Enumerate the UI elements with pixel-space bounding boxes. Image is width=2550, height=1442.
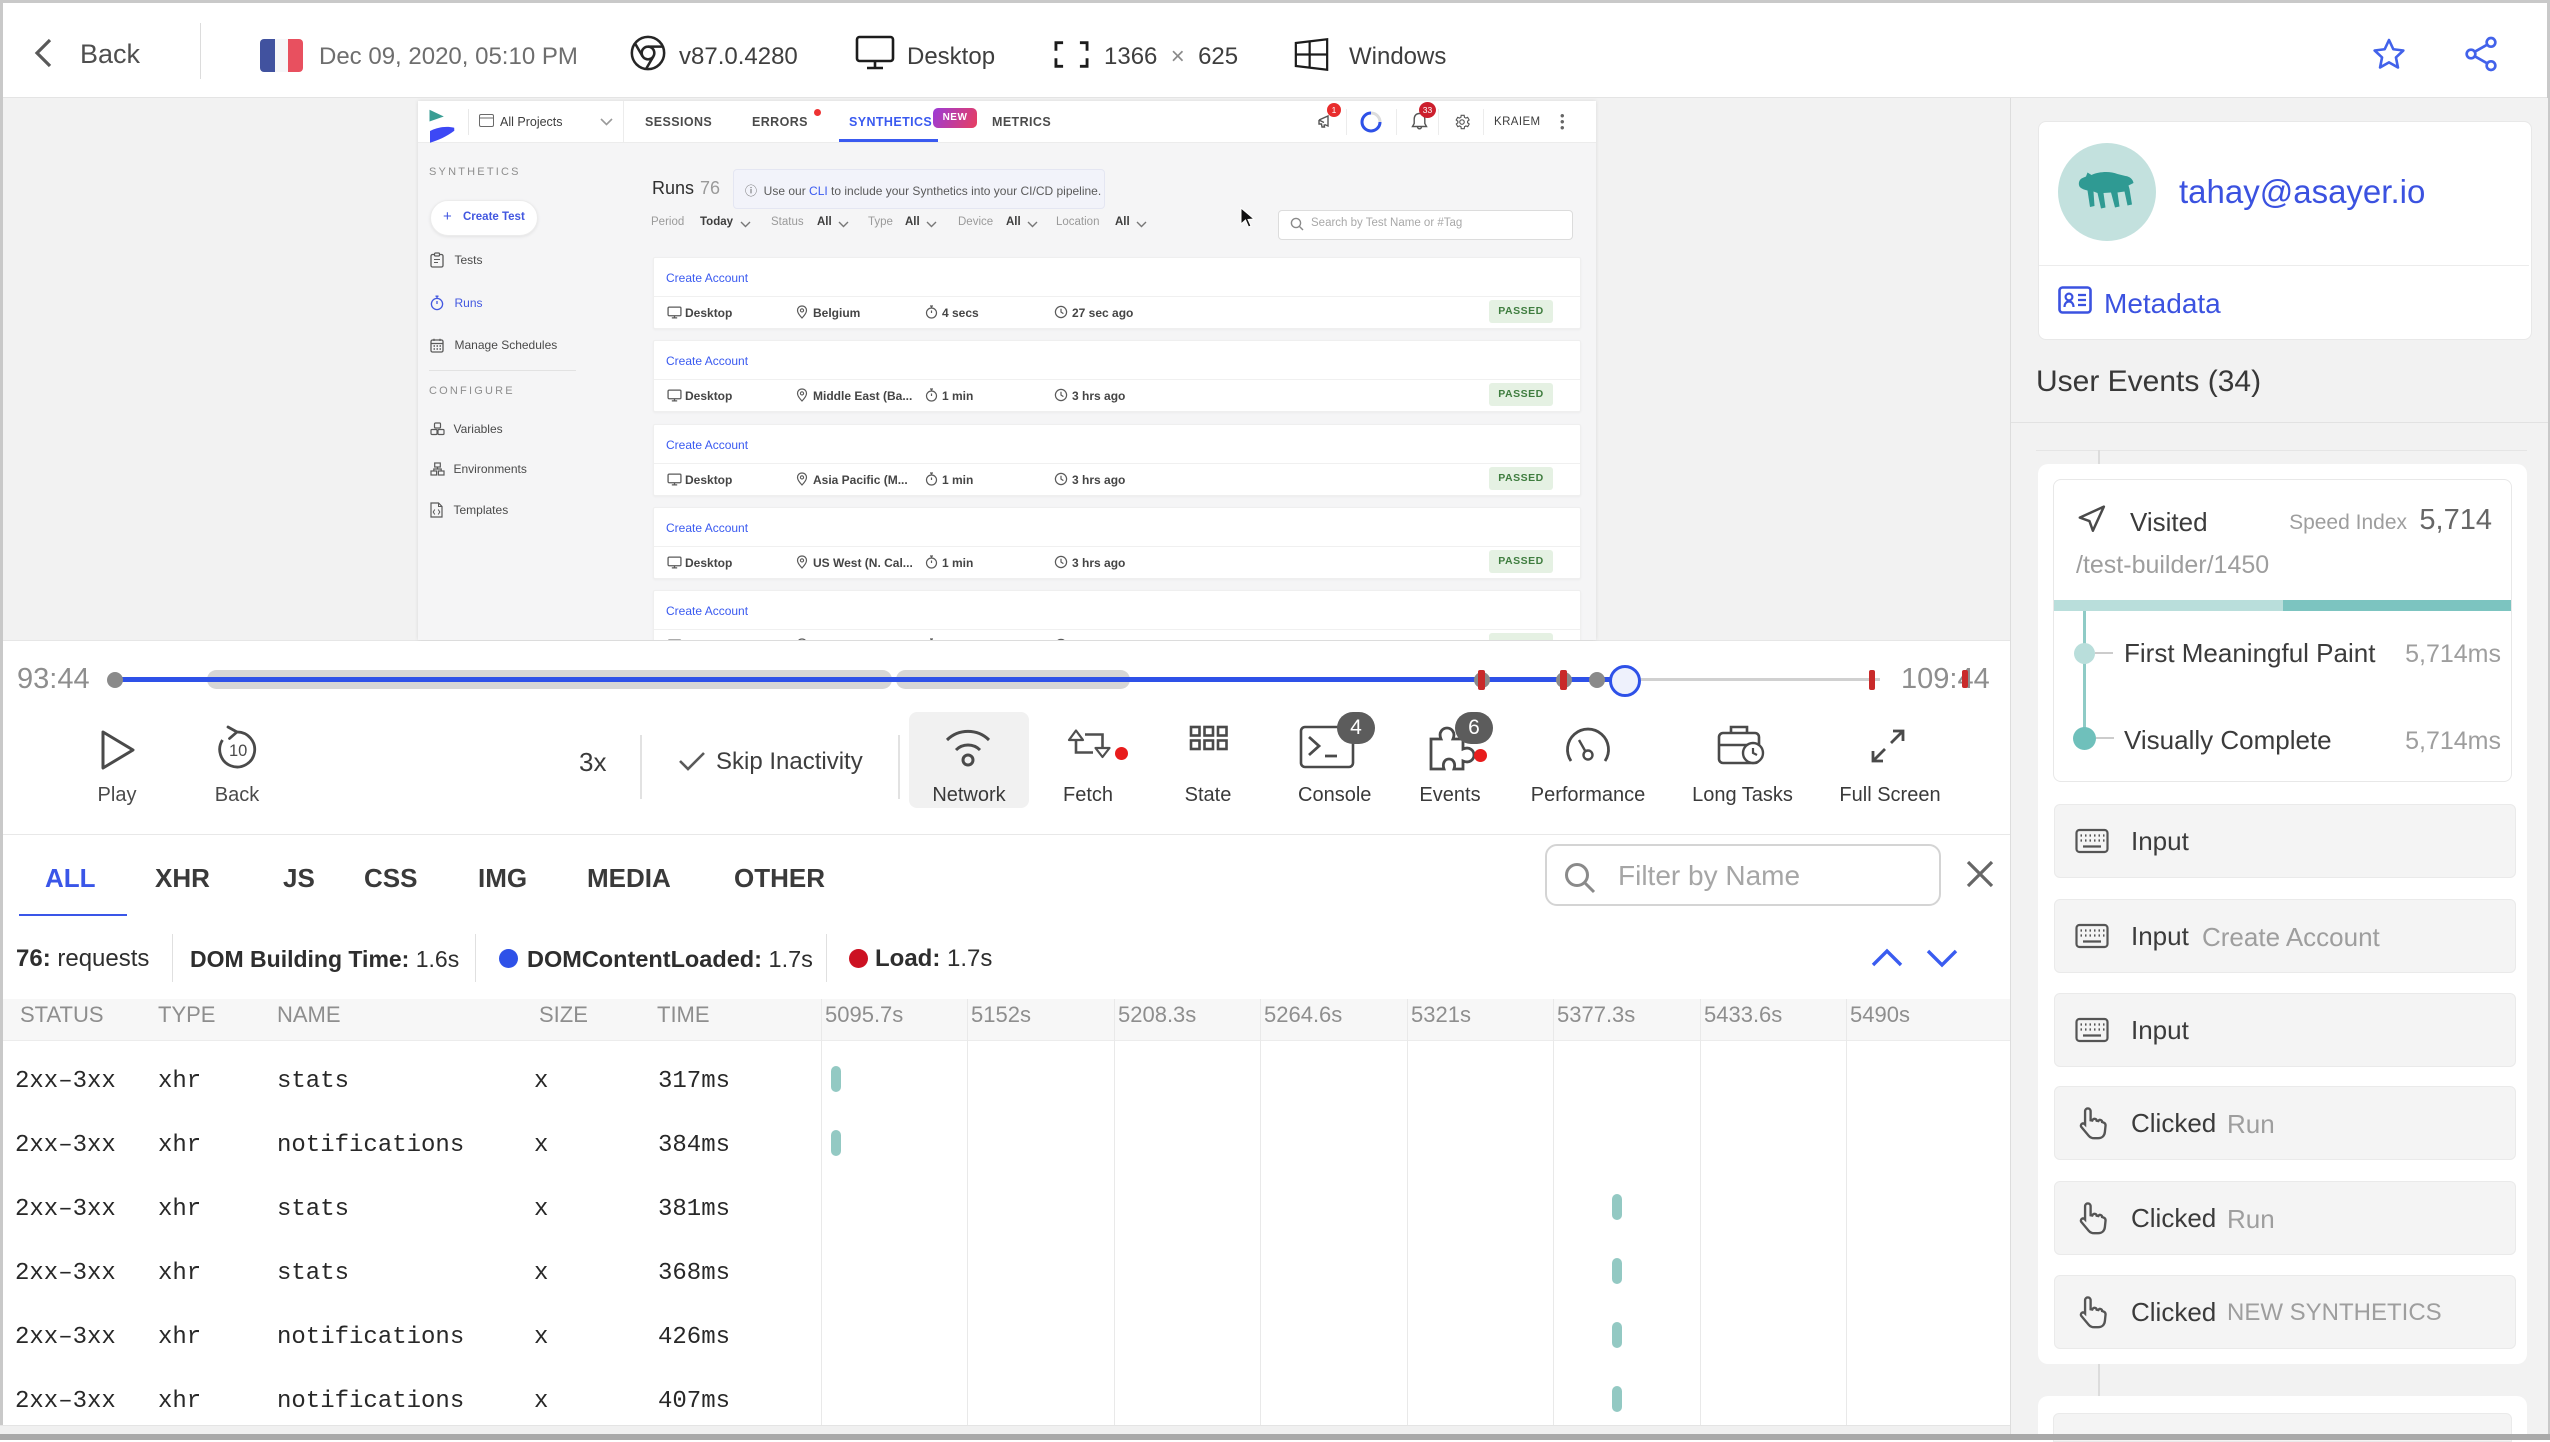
svg-text:10: 10 [229,742,247,760]
